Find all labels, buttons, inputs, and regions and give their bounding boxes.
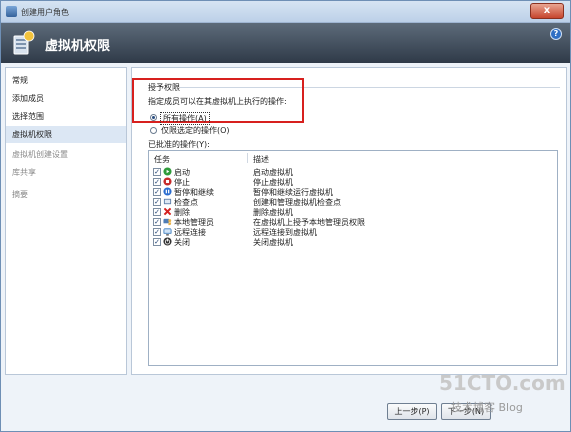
table-row[interactable]: ✓ 暂停和继续 暂停和继续运行虚拟机 xyxy=(149,187,557,197)
row-checkbox[interactable]: ✓ xyxy=(153,238,161,246)
table-row[interactable]: ✓ 停止 停止虚拟机 xyxy=(149,177,557,187)
stop-icon xyxy=(163,177,172,186)
column-divider xyxy=(247,153,248,163)
table-row[interactable]: ✓ 远程连接 远程连接到虚拟机 xyxy=(149,227,557,237)
row-checkbox[interactable]: ✓ xyxy=(153,198,161,206)
wizard-nav: 常规 添加成员 选择范围 虚拟机权限 虚拟机创建设置 库共享 摘要 xyxy=(5,67,127,375)
shutdown-icon xyxy=(163,237,172,246)
radio-selected-operations[interactable] xyxy=(150,127,157,134)
local-admin-icon xyxy=(163,218,172,226)
approved-operations-label: 已批准的操作(Y): xyxy=(148,140,210,149)
pause-icon xyxy=(163,187,172,196)
column-header-description[interactable]: 描述 xyxy=(253,154,269,165)
nav-item-summary: 摘要 xyxy=(12,190,28,199)
remote-connect-icon xyxy=(163,228,172,236)
watermark: 51CTO.com 技术博客 Blog xyxy=(439,371,566,414)
window-title: 创建用户角色 xyxy=(21,8,69,17)
permissions-panel: 授予权限 指定成员可以在其虚拟机上执行的操作: 所有操作(A) 仅限选定的操作(… xyxy=(131,67,567,375)
nav-item-vm-creation-settings: 虚拟机创建设置 xyxy=(12,150,68,159)
radio-all-operations[interactable] xyxy=(150,114,157,121)
radio-selected-operations-label[interactable]: 仅限选定的操作(O) xyxy=(161,125,230,136)
nav-item-add-members[interactable]: 添加成员 xyxy=(6,90,126,107)
red-highlight-box xyxy=(132,78,304,123)
table-row[interactable]: ✓ 删除 删除虚拟机 xyxy=(149,207,557,217)
start-icon xyxy=(163,167,172,176)
column-header-task[interactable]: 任务 xyxy=(154,154,170,165)
delete-icon xyxy=(163,207,172,216)
nav-item-library-share: 库共享 xyxy=(12,168,36,177)
row-checkbox[interactable]: ✓ xyxy=(153,168,161,176)
table-row[interactable]: ✓ 关闭 关闭虚拟机 xyxy=(149,237,557,247)
table-row[interactable]: ✓ 启动 启动虚拟机 xyxy=(149,167,557,177)
nav-item-select-scope[interactable]: 选择范围 xyxy=(6,108,126,125)
close-button[interactable]: x xyxy=(530,3,564,19)
app-icon xyxy=(6,6,17,17)
nav-item-general[interactable]: 常规 xyxy=(6,72,126,89)
row-checkbox[interactable]: ✓ xyxy=(153,178,161,186)
help-icon[interactable]: ? xyxy=(550,28,562,40)
vm-permissions-icon xyxy=(13,30,35,55)
table-row[interactable]: ✓ 检查点 创建和管理虚拟机检查点 xyxy=(149,197,557,207)
title-bar: 创建用户角色 x xyxy=(1,1,570,23)
operations-list[interactable]: 任务 描述 ✓ 启动 启动虚拟机 ✓ 停止 停止虚拟机 ✓ 暂停和继续 暂停和继… xyxy=(148,150,558,366)
page-title: 虚拟机权限 xyxy=(45,39,111,54)
row-checkbox[interactable]: ✓ xyxy=(153,228,161,236)
checkpoint-icon xyxy=(163,198,172,205)
row-task: 关闭 xyxy=(174,238,190,247)
table-row[interactable]: ✓ 本地管理员 在虚拟机上授予本地管理员权限 xyxy=(149,217,557,227)
previous-button[interactable]: 上一步(P) xyxy=(387,403,437,420)
dialog-window: 创建用户角色 x 虚拟机权限 ? 常规 添加成员 选择范围 虚拟机权限 虚拟机创… xyxy=(0,0,571,432)
watermark-site: 51CTO.com xyxy=(439,371,566,395)
row-description: 关闭虚拟机 xyxy=(253,238,293,247)
wizard-header: 虚拟机权限 ? xyxy=(1,23,570,63)
nav-item-vm-permissions[interactable]: 虚拟机权限 xyxy=(6,126,126,143)
row-checkbox[interactable]: ✓ xyxy=(153,218,161,226)
watermark-blog: 技术博客 Blog xyxy=(451,401,523,414)
radio-all-operations-label[interactable]: 所有操作(A) xyxy=(160,112,210,125)
row-checkbox[interactable]: ✓ xyxy=(153,188,161,196)
row-checkbox[interactable]: ✓ xyxy=(153,208,161,216)
